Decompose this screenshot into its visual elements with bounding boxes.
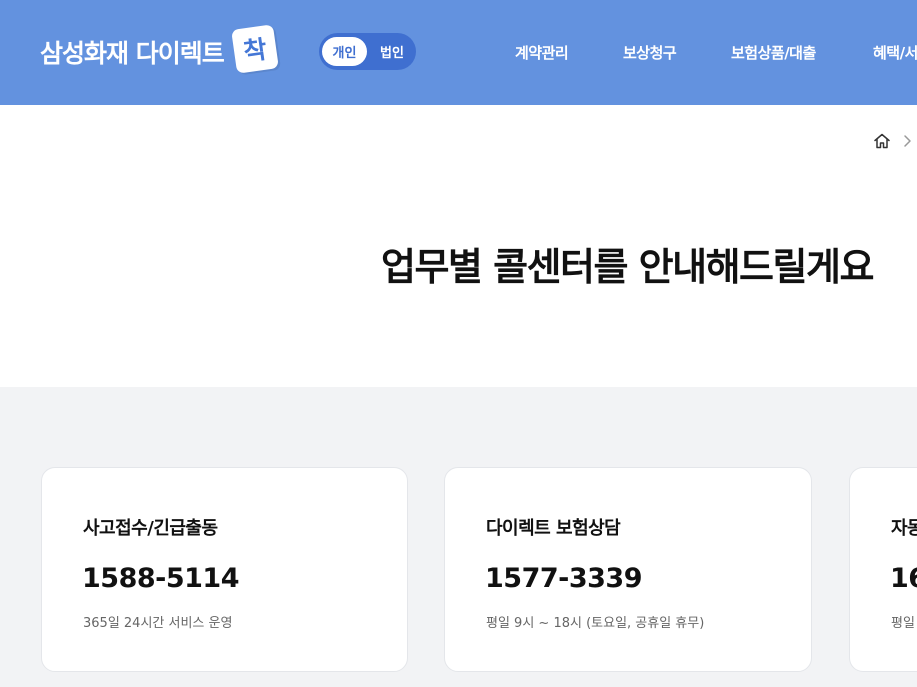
toggle-personal-button[interactable]: 개인 [322, 37, 367, 66]
brand-logo[interactable]: 삼성화재 다이렉트 [40, 34, 225, 70]
card-phone-number[interactable]: 1588-5114 [82, 563, 240, 594]
toggle-corporate-button[interactable]: 법인 [371, 37, 413, 66]
callcenter-card[interactable]: 사고접수/긴급출동 1588-5114 365일 24시간 서비스 운영 [41, 467, 408, 672]
nav-benefits[interactable]: 혜택/서 [873, 42, 917, 63]
card-phone-number[interactable]: 16 [890, 563, 917, 594]
site-header: 삼성화재 다이렉트 착 개인 법인 계약관리 보상청구 보험상품/대출 혜택/서 [0, 0, 917, 105]
callcenter-card[interactable]: 자동 16 평일 [849, 467, 917, 672]
card-description: 365일 24시간 서비스 운영 [83, 616, 233, 631]
card-title: 자동 [891, 518, 917, 539]
brand-badge-logo: 착 [231, 24, 279, 74]
customer-type-toggle: 개인 법인 [319, 33, 416, 70]
card-description: 평일 9시 ~ 18시 (토요일, 공휴일 휴무) [486, 616, 705, 631]
nav-contract-management[interactable]: 계약관리 [515, 42, 569, 63]
card-phone-number[interactable]: 1577-3339 [485, 563, 643, 594]
nav-insurance-products[interactable]: 보험상품/대출 [731, 42, 816, 63]
nav-claims[interactable]: 보상청구 [623, 42, 677, 63]
callcenter-card[interactable]: 다이렉트 보험상담 1577-3339 평일 9시 ~ 18시 (토요일, 공휴… [444, 467, 812, 672]
home-icon[interactable] [873, 132, 891, 150]
card-title: 다이렉트 보험상담 [486, 518, 621, 539]
chevron-right-icon [904, 135, 911, 147]
page-title: 업무별 콜센터를 안내해드릴게요 [381, 245, 874, 289]
card-title: 사고접수/긴급출동 [83, 518, 218, 539]
card-description: 평일 [891, 616, 915, 631]
